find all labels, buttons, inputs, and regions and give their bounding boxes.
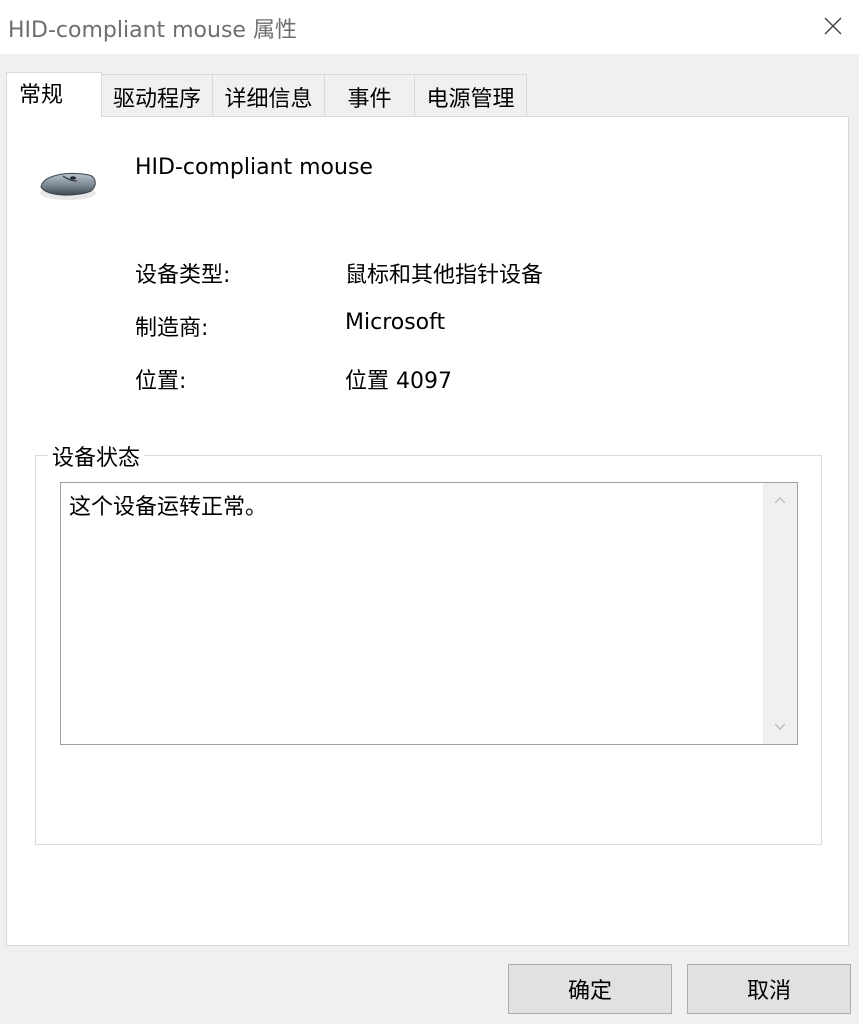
status-scrollbar[interactable] — [763, 483, 797, 744]
tab-label: 常规 — [19, 83, 64, 108]
manufacturer-label: 制造商: — [135, 316, 209, 341]
chevron-down-icon — [774, 723, 786, 730]
tab-driver[interactable]: 驱动程序 — [101, 74, 213, 116]
location-value: 位置 4097 — [345, 369, 452, 394]
tab-events[interactable]: 事件 — [324, 74, 415, 116]
tab-label: 事件 — [347, 87, 392, 112]
device-name: HID-compliant mouse — [135, 155, 373, 180]
general-tab-panel: HID-compliant mouse 设备类型: 鼠标和其他指针设备 制造商:… — [6, 116, 849, 946]
device-type-label: 设备类型: — [135, 263, 231, 288]
tab-label: 驱动程序 — [112, 87, 201, 112]
tab-power-management[interactable]: 电源管理 — [414, 74, 527, 116]
window-title: HID-compliant mouse 属性 — [8, 18, 297, 43]
device-type-value: 鼠标和其他指针设备 — [345, 263, 544, 288]
cancel-button[interactable]: 取消 — [687, 964, 851, 1014]
tab-general[interactable]: 常规 — [6, 72, 102, 118]
tab-details[interactable]: 详细信息 — [212, 74, 325, 116]
chevron-up-icon — [774, 497, 786, 504]
mouse-icon — [40, 173, 96, 200]
device-status-textbox[interactable]: 这个设备运转正常。 — [60, 482, 798, 745]
close-icon — [824, 17, 842, 35]
device-status-group: 设备状态 这个设备运转正常。 — [35, 440, 822, 845]
properties-dialog: HID-compliant mouse 属性 常规 驱动程序 详细信息 事件 电… — [0, 0, 859, 1024]
location-label: 位置: — [135, 369, 187, 394]
title-bar: HID-compliant mouse 属性 — [0, 0, 859, 54]
ok-button[interactable]: 确定 — [508, 964, 672, 1014]
scroll-down-button[interactable] — [763, 710, 797, 744]
manufacturer-value: Microsoft — [345, 310, 446, 335]
close-button[interactable] — [810, 4, 856, 48]
device-status-legend: 设备状态 — [48, 440, 145, 472]
scroll-up-button[interactable] — [763, 483, 797, 517]
tab-label: 详细信息 — [224, 87, 313, 112]
device-status-text: 这个设备运转正常。 — [69, 495, 268, 520]
tab-label: 电源管理 — [426, 87, 515, 112]
